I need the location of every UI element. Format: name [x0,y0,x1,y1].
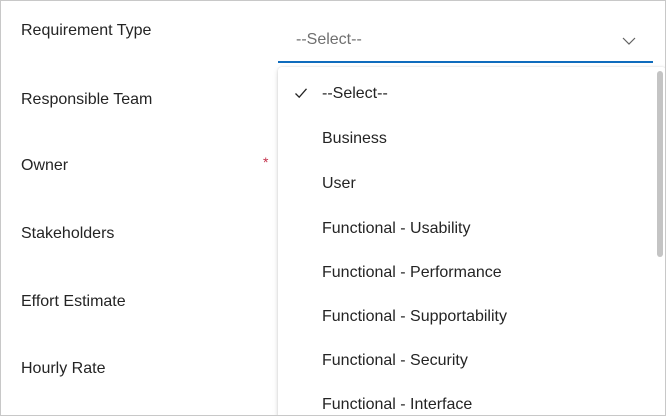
form-panel: Requirement Type Responsible Team Owner … [0,0,666,416]
option-label: Functional - Interface [322,396,473,413]
option-business[interactable]: Business [278,118,648,162]
dropdown-scrollbar[interactable] [657,71,663,415]
option-functional-usability[interactable]: Functional - Usability [278,208,648,252]
hourly-rate-label: Hourly Rate [21,360,106,377]
chevron-down-icon[interactable] [621,33,637,49]
option-label: --Select-- [322,85,388,102]
option-user[interactable]: User [278,163,648,207]
required-indicator: * [263,154,269,170]
stakeholders-label: Stakeholders [21,225,115,242]
option-label: Functional - Usability [322,220,471,237]
select-value: --Select-- [296,31,362,48]
owner-label: Owner [21,157,69,174]
checkmark-icon [295,88,307,99]
option-functional-performance[interactable]: Functional - Performance [278,252,648,296]
option-label: Functional - Supportability [322,308,507,325]
scrollbar-thumb[interactable] [657,71,663,257]
requirement-type-dropdown-list: --Select-- Business User Functional - Us… [278,67,665,415]
requirement-type-label: Requirement Type [21,22,152,39]
option-functional-interface[interactable]: Functional - Interface [278,384,648,415]
option-label: User [322,175,356,192]
option-functional-security[interactable]: Functional - Security [278,340,648,384]
option-functional-supportability[interactable]: Functional - Supportability [278,296,648,340]
option-label: Business [322,130,387,147]
effort-estimate-label: Effort Estimate [21,293,126,310]
responsible-team-label: Responsible Team [21,91,153,108]
option-select[interactable]: --Select-- [278,73,648,117]
option-label: Functional - Security [322,352,468,369]
requirement-type-select[interactable]: --Select-- [278,21,653,63]
option-label: Functional - Performance [322,264,502,281]
